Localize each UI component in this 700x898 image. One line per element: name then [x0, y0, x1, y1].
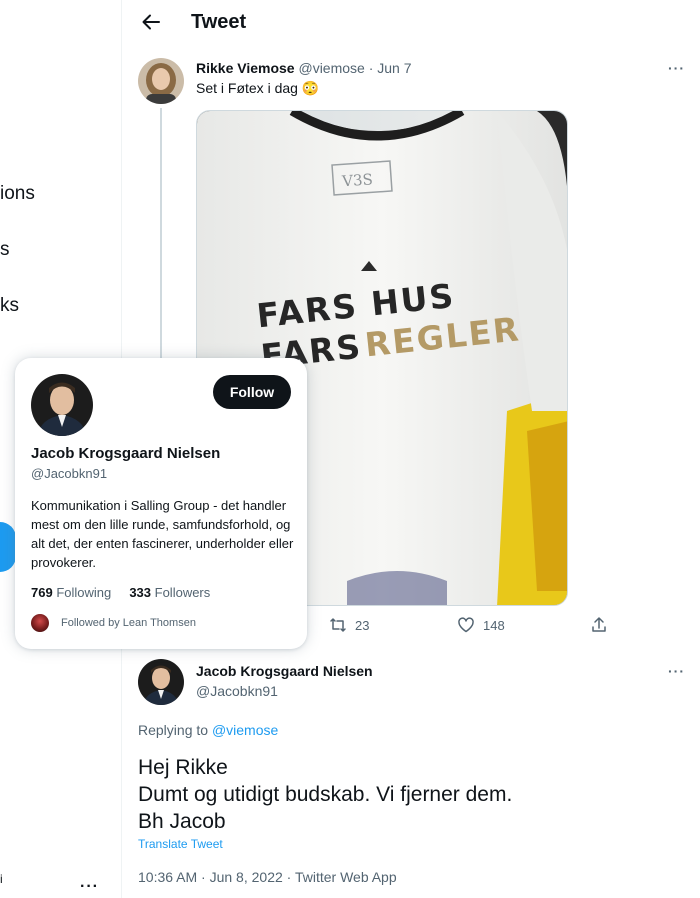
followers-link[interactable]: 333 Followers	[129, 585, 210, 600]
tweet-text: Set i Føtex i dag 😳	[196, 80, 320, 96]
nav-item-messages[interactable]: s	[0, 239, 10, 261]
retweet-button[interactable]: 23	[329, 616, 369, 634]
tweet-timestamp[interactable]: 10:36 AM · Jun 8, 2022 · Twitter Web App	[138, 869, 397, 885]
reply-text-line: Hej Rikke	[138, 756, 228, 779]
like-count: 148	[483, 617, 505, 633]
nav-tweet-button[interactable]	[0, 522, 16, 572]
garment-label-text: V3S	[341, 170, 374, 190]
hover-card-name[interactable]: Jacob Krogsgaard Nielsen	[31, 445, 220, 462]
like-button[interactable]: 148	[457, 616, 505, 634]
reply-author-name[interactable]: Jacob Krogsgaard Nielsen	[196, 663, 373, 679]
follow-button[interactable]: Follow	[213, 375, 291, 409]
reply-author-handle[interactable]: @Jacobkn91	[196, 683, 278, 699]
hover-card-bio: Kommunikation i Salling Group - det hand…	[31, 498, 294, 570]
replying-to: Replying to @viemose	[138, 722, 278, 738]
replying-to-handle[interactable]: @viemose	[212, 722, 278, 738]
translate-tweet-link[interactable]: Translate Tweet	[138, 837, 223, 851]
tweet-author-name[interactable]: Rikke Viemose	[196, 60, 295, 76]
account-more-icon[interactable]: ···	[80, 878, 99, 896]
reply-author-avatar[interactable]	[138, 659, 184, 705]
reply-text: Hej Rikke Dumt og utidigt budskab. Vi fj…	[138, 754, 512, 835]
retweet-count: 23	[355, 617, 370, 633]
nav-item-notifications[interactable]: ions	[0, 183, 35, 205]
retweet-icon	[330, 618, 346, 632]
followed-by[interactable]: Followed by Lean Thomsen	[31, 614, 196, 632]
tweet-author-avatar[interactable]	[138, 58, 184, 104]
followed-by-text: Followed by Lean Thomsen	[61, 617, 196, 629]
profile-hover-card: Follow Jacob Krogsgaard Nielsen @Jacobkn…	[15, 358, 307, 649]
followers-label: Followers	[154, 585, 211, 600]
replying-to-label: Replying to	[138, 722, 209, 738]
heart-icon	[458, 617, 474, 633]
reply-text-line: Dumt og utidigt budskab. Vi fjerner dem.	[138, 783, 513, 806]
nav-item-bookmarks[interactable]: ks	[0, 295, 19, 317]
followed-by-avatar	[31, 614, 49, 632]
share-button[interactable]	[590, 616, 608, 634]
following-label: Following	[56, 585, 112, 600]
account-switcher-fragment[interactable]: i	[0, 872, 3, 886]
hover-card-handle[interactable]: @Jacobkn91	[31, 466, 107, 481]
hover-card-avatar[interactable]	[31, 374, 93, 436]
tweet-author-line: Rikke Viemose @viemose · Jun 7	[196, 60, 412, 76]
share-icon	[592, 617, 606, 632]
following-count: 769	[31, 585, 53, 600]
tweet-author-handle[interactable]: @viemose	[298, 60, 364, 76]
following-link[interactable]: 769 Following	[31, 585, 111, 600]
tweet-more-icon[interactable]: ···	[668, 60, 685, 76]
page-title: Tweet	[191, 11, 247, 33]
reply-text-line: Bh Jacob	[138, 810, 226, 833]
reply-more-icon[interactable]: ···	[668, 663, 685, 679]
followers-count: 333	[129, 585, 152, 600]
hover-card-stats: 769 Following 333 Followers	[31, 585, 210, 600]
page-header: Tweet	[123, 0, 700, 44]
tweet-date[interactable]: · Jun 7	[369, 60, 412, 76]
back-arrow-icon[interactable]	[137, 8, 165, 36]
